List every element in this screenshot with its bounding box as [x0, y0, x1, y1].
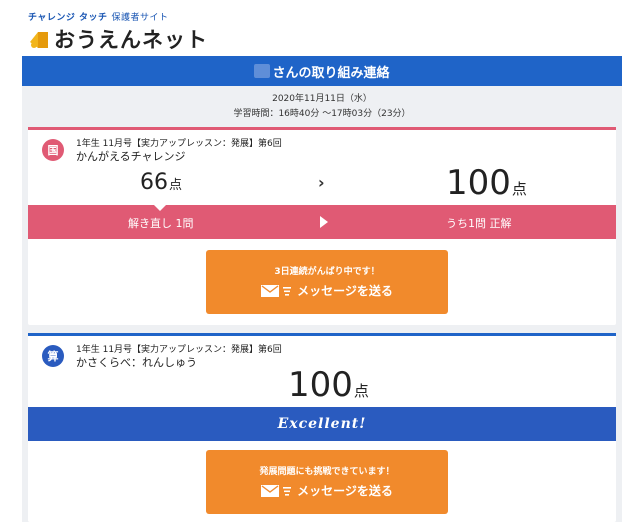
report-title-bar: さんの取り組み連絡 [22, 56, 622, 86]
encouragement-caption: 発展問題にも挑戦できています！ [259, 467, 395, 477]
report-title: さんの取り組み連絡 [272, 65, 390, 81]
final-score-value: 100 [446, 163, 511, 203]
card-accent-line [28, 127, 616, 130]
lesson-title: かんがえるチャレンジ [76, 150, 186, 163]
play-icon [320, 216, 328, 228]
lesson-title: かさくらべ：れんしゅう [76, 356, 197, 369]
report-date: 2020年11月11日（水） [272, 94, 372, 104]
brand-top-line: チャレンジ タッチ 保護者サイト [28, 10, 228, 23]
speed-lines-icon [283, 486, 292, 496]
final-score-value: 100 [288, 365, 353, 405]
score-unit: 点 [169, 178, 183, 193]
first-score-value: 66 [140, 170, 168, 195]
study-time: 学習時間：16時40分 〜17時03分（23分） [233, 109, 411, 119]
send-message-label: メッセージを送る [297, 284, 393, 298]
send-message-button[interactable]: 発展問題にも挑戦できています！ メッセージを送る [206, 450, 448, 514]
child-name-blurred [254, 64, 271, 78]
final-score: 100 点 [288, 365, 369, 405]
lesson-card-japanese: 国 1年生 11月号【実力アップレッスン：発展】第6回 かんがえるチャレンジ 6… [28, 127, 616, 325]
site-header: チャレンジ タッチ 保護者サイト おうえんネット [28, 10, 228, 58]
report-panel: さんの取り組み連絡 2020年11月11日（水） 学習時間：16時40分 〜17… [22, 56, 622, 522]
send-message-row: メッセージを送る [206, 282, 448, 299]
retry-result-bar: 解き直し 1問 うち1問 正解 [28, 205, 616, 239]
brand-logo[interactable]: おうえんネット [28, 24, 208, 54]
send-message-button[interactable]: 3日連続がんばり中です！ メッセージを送る [206, 250, 448, 314]
mail-icon [261, 284, 280, 297]
final-score: 100 点 [446, 163, 527, 203]
speed-lines-icon [283, 286, 292, 296]
excellent-banner: Excellent! [28, 407, 616, 441]
score-unit: 点 [511, 180, 527, 198]
notch-decoration [154, 205, 166, 211]
brand-top-sub: 保護者サイト [111, 13, 169, 23]
brand-top-label: チャレンジ タッチ [28, 13, 108, 23]
subject-badge-japanese: 国 [42, 139, 64, 161]
score-unit: 点 [353, 382, 369, 400]
send-message-label: メッセージを送る [297, 484, 393, 498]
chevron-right-icon: › [318, 173, 325, 192]
encouragement-caption: 3日連続がんばり中です！ [274, 267, 380, 277]
megaphone-icon [30, 32, 48, 48]
correct-count-label: うち1問 正解 [446, 217, 512, 230]
lesson-card-math: 算 1年生 11月号【実力アップレッスン：発展】第6回 かさくらべ：れんしゅう … [28, 333, 616, 522]
send-message-row: メッセージを送る [206, 482, 448, 499]
brand-main-label: おうえんネット [54, 28, 208, 52]
mail-icon [261, 484, 280, 497]
first-score: 66 点 [140, 170, 182, 195]
retry-count-label: 解き直し 1問 [128, 217, 194, 230]
subject-badge-math: 算 [42, 345, 64, 367]
card-accent-line [28, 333, 616, 336]
